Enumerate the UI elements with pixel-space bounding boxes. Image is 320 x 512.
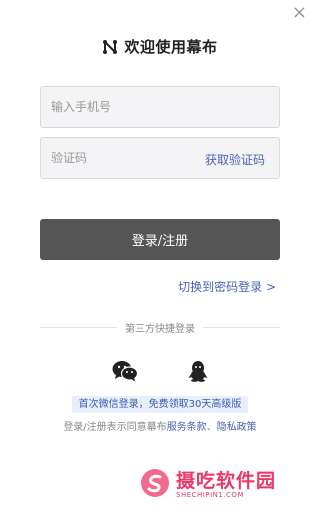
dialog-header: 欢迎使用幕布 xyxy=(0,36,320,57)
watermark: 摄吃软件园 SHECHIPIN1.COM xyxy=(140,466,276,499)
code-field[interactable]: 获取验证码 xyxy=(40,137,280,179)
agreement-prefix: 登录/注册表示同意幕布 xyxy=(63,422,167,433)
third-party-divider: 第三方快捷登录 xyxy=(40,320,280,335)
phone-field[interactable] xyxy=(40,86,280,128)
page-title: 欢迎使用幕布 xyxy=(124,38,218,56)
wechat-icon[interactable] xyxy=(112,360,138,382)
login-register-button[interactable]: 登录/注册 xyxy=(40,219,280,260)
promo-banner[interactable]: 首次微信登录，免费领取30天高级版 xyxy=(72,396,248,413)
watermark-cn: 摄吃软件园 xyxy=(176,470,277,492)
social-login-row xyxy=(0,360,320,382)
third-party-label: 第三方快捷登录 xyxy=(125,323,195,335)
switch-to-password-login-link[interactable]: 切换到密码登录 > xyxy=(178,278,276,295)
phone-input[interactable] xyxy=(41,87,279,127)
verification-code-input[interactable] xyxy=(41,138,191,178)
get-code-button[interactable]: 获取验证码 xyxy=(205,151,265,168)
privacy-policy-link[interactable]: 隐私政策 xyxy=(217,422,257,433)
terms-of-service-link[interactable]: 服务条款 xyxy=(167,422,207,433)
qq-icon[interactable] xyxy=(188,360,208,382)
close-button[interactable]: × xyxy=(291,2,307,23)
watermark-logo-icon xyxy=(141,468,169,497)
mubu-logo-icon xyxy=(103,39,118,54)
agreement-separator: 、 xyxy=(206,422,217,433)
divider-line xyxy=(40,326,117,328)
close-icon: × xyxy=(291,2,307,23)
login-dialog: × 欢迎使用幕布 获取验证码 登录/注册 切换到密码登录 > 第三方快捷登录 xyxy=(0,0,320,512)
agreement-text: 登录/注册表示同意幕布服务条款、隐私政策 xyxy=(0,418,320,433)
watermark-text: 摄吃软件园 SHECHIPIN1.COM xyxy=(176,466,276,499)
divider-line xyxy=(203,326,280,328)
